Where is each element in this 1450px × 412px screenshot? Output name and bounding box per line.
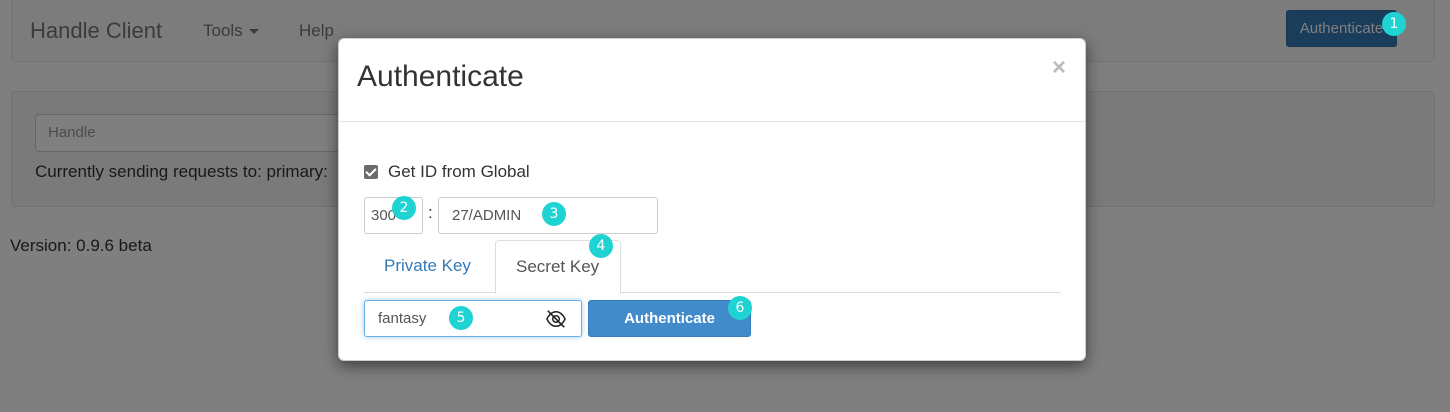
tab-private-key[interactable]: Private Key (364, 240, 491, 293)
secret-key-input[interactable]: fantasy (364, 300, 582, 337)
get-id-from-global-option[interactable]: Get ID from Global (364, 162, 530, 182)
authenticate-submit-button[interactable]: Authenticate (588, 300, 751, 337)
marker-badge: 2 (392, 196, 416, 220)
marker-badge: 1 (1382, 12, 1406, 36)
modal-title: Authenticate (357, 60, 524, 93)
get-id-checkbox-label: Get ID from Global (388, 162, 530, 181)
key-type-tabs: Private Key Secret Key (364, 240, 1061, 294)
marker-badge: 6 (728, 296, 752, 320)
eye-slash-icon[interactable] (545, 309, 567, 329)
close-icon[interactable]: × (1052, 54, 1066, 82)
marker-badge: 5 (449, 306, 473, 330)
marker-badge: 4 (589, 234, 613, 258)
modal-header: Authenticate × (339, 39, 1085, 122)
get-id-checkbox[interactable] (364, 165, 378, 179)
id-separator: : (428, 203, 433, 222)
marker-badge: 3 (542, 202, 566, 226)
secret-key-value: fantasy (378, 310, 427, 327)
